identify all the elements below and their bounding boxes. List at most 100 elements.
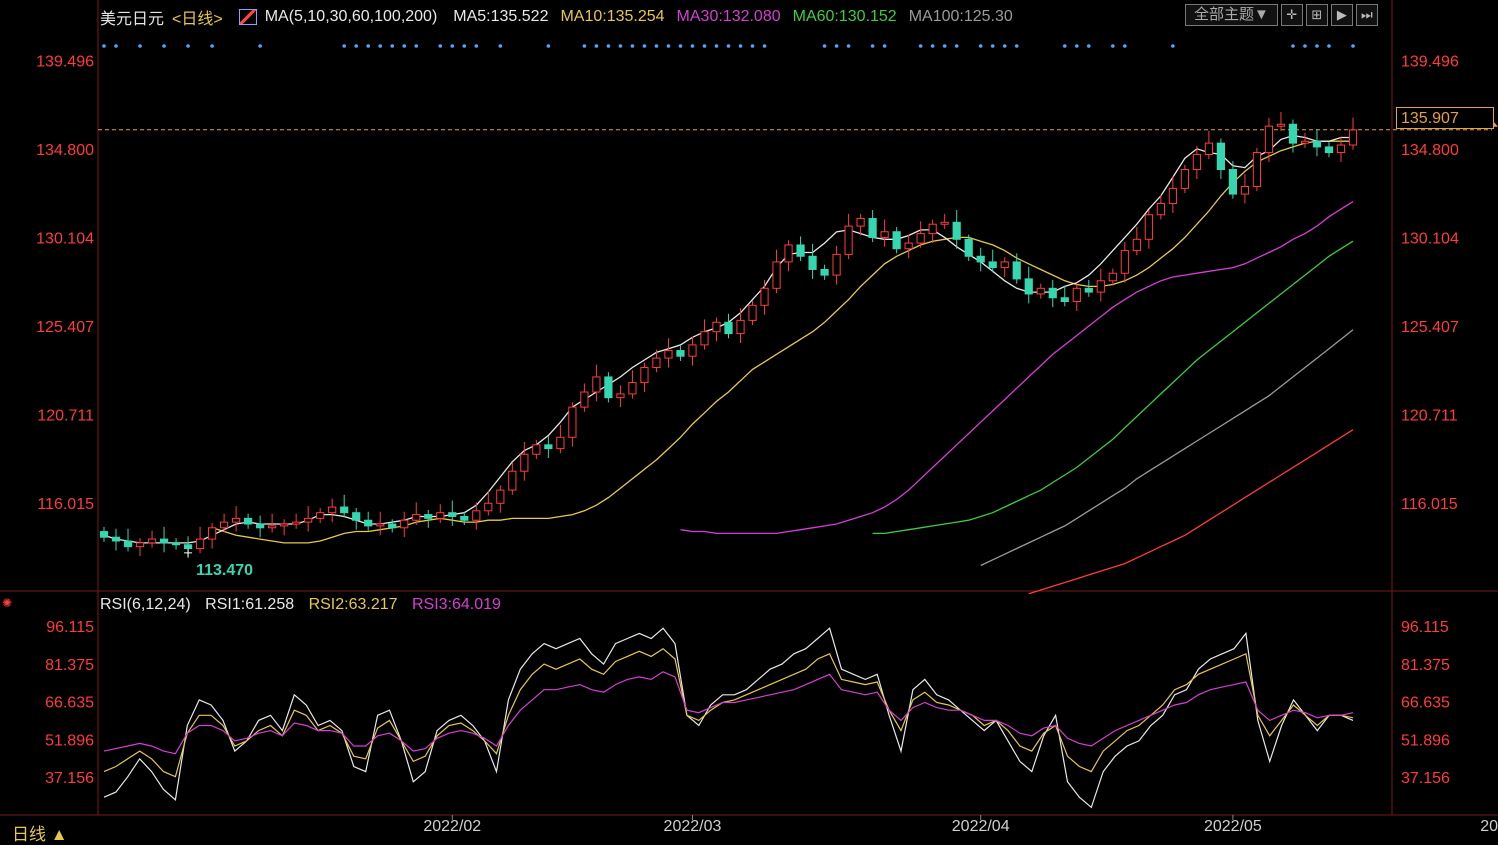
candle-body bbox=[1336, 144, 1346, 154]
signal-dot bbox=[186, 44, 190, 48]
candle-body bbox=[400, 519, 409, 529]
candle-body bbox=[976, 255, 985, 263]
candle-body bbox=[280, 523, 289, 527]
candle-body bbox=[808, 255, 817, 270]
ma-line-ma100 bbox=[980, 329, 1354, 567]
price-tick-label-left: 125.407 bbox=[36, 319, 94, 336]
settings-icon[interactable]: ✺ bbox=[2, 596, 12, 610]
candle-body bbox=[664, 350, 673, 359]
candle-body bbox=[1024, 278, 1033, 295]
signal-dot bbox=[114, 44, 118, 48]
signal-dot bbox=[462, 44, 467, 48]
price-tick-label-right: 120.711 bbox=[1401, 408, 1458, 425]
signal-dot bbox=[1062, 44, 1067, 48]
candle-body bbox=[448, 512, 457, 517]
price-tick-label-left: 139.496 bbox=[36, 53, 94, 70]
rsi2-value: RSI2:63.217 bbox=[308, 596, 398, 613]
candle-body bbox=[171, 542, 181, 546]
candle-body bbox=[592, 376, 601, 393]
candle-body bbox=[183, 544, 193, 550]
price-tick-label-left: 120.711 bbox=[37, 408, 94, 425]
candle-body bbox=[628, 382, 637, 395]
rsi-tick-label-right: 51.896 bbox=[1401, 732, 1450, 749]
signal-dot bbox=[1074, 44, 1079, 48]
signal-dot bbox=[1315, 44, 1319, 48]
candle-body bbox=[1168, 187, 1177, 204]
candle-body bbox=[219, 521, 229, 529]
date-tick-label: 2022/02 bbox=[423, 818, 481, 835]
candle-body bbox=[364, 519, 373, 527]
candle-body bbox=[376, 523, 385, 527]
candle-body bbox=[1012, 261, 1021, 280]
rsi-tick-label-left: 96.115 bbox=[46, 619, 94, 636]
price-tick-label-left: 134.800 bbox=[36, 142, 94, 159]
candle-body bbox=[868, 218, 877, 238]
rsi-tick-label-left: 37.156 bbox=[45, 770, 94, 787]
ma-line-ma200 bbox=[1028, 429, 1354, 595]
signal-dot bbox=[390, 44, 395, 48]
candle-body bbox=[1348, 129, 1358, 146]
signal-dot bbox=[882, 44, 887, 48]
candle-body bbox=[111, 536, 121, 542]
candle-body bbox=[712, 321, 721, 333]
candle-body bbox=[748, 304, 757, 321]
candle-body bbox=[1096, 280, 1105, 293]
candle-body bbox=[1300, 140, 1310, 144]
signal-dot bbox=[210, 44, 214, 48]
candle-body bbox=[135, 542, 145, 548]
candle-body bbox=[1228, 169, 1238, 195]
candle-body bbox=[844, 225, 853, 255]
signal-dot bbox=[666, 44, 671, 48]
candle-body bbox=[1192, 153, 1201, 171]
signal-dot bbox=[726, 44, 731, 48]
candle-body bbox=[640, 367, 649, 384]
price-tick-label-right: 125.407 bbox=[1401, 319, 1459, 336]
candle-body bbox=[1084, 287, 1093, 293]
candle-body bbox=[1120, 250, 1129, 274]
ma-line-ma30 bbox=[680, 201, 1354, 535]
signal-dot bbox=[1291, 44, 1295, 48]
candle-body bbox=[736, 319, 745, 335]
candle-body bbox=[244, 517, 253, 525]
period-selector[interactable]: 日线 ▲ bbox=[12, 820, 68, 845]
rsi-tick-label-right: 96.115 bbox=[1401, 619, 1449, 636]
extreme-price-label: 113.470 bbox=[196, 562, 253, 579]
signal-dot bbox=[450, 44, 455, 48]
date-tick-label: 2022/05 bbox=[1204, 818, 1262, 835]
rsi-tick-label-right: 66.635 bbox=[1401, 695, 1450, 712]
signal-dot bbox=[1351, 44, 1355, 48]
signal-dot bbox=[870, 44, 875, 48]
price-tick-label-left: 130.104 bbox=[36, 230, 94, 247]
signal-dot bbox=[714, 44, 719, 48]
signal-dot bbox=[942, 44, 947, 48]
signal-dot bbox=[594, 44, 599, 48]
candle-body bbox=[724, 321, 733, 335]
candle-body bbox=[772, 261, 781, 289]
candle-body bbox=[328, 506, 337, 514]
signal-dot bbox=[1111, 44, 1115, 48]
signal-dot bbox=[498, 44, 503, 48]
signal-dot bbox=[582, 44, 587, 48]
signal-dot bbox=[414, 44, 419, 48]
candle-body bbox=[832, 253, 841, 276]
candle-body bbox=[1000, 261, 1009, 269]
signal-dot bbox=[954, 44, 959, 48]
rsi-line-rsi2 bbox=[103, 647, 1354, 778]
kline-chart[interactable]: 139.496 139.496 134.800 134.800 130.104 130.1… bbox=[0, 0, 1498, 841]
candle-body bbox=[460, 515, 469, 521]
signal-dot bbox=[750, 44, 755, 48]
candle-body bbox=[820, 268, 829, 276]
candle-body bbox=[676, 350, 685, 357]
rsi-line-rsi3 bbox=[103, 671, 1354, 755]
candle-body bbox=[544, 444, 553, 450]
signal-dot bbox=[762, 44, 767, 48]
candle-body bbox=[412, 514, 421, 521]
candle-body bbox=[916, 233, 925, 244]
price-tick-label-right: 130.104 bbox=[1401, 230, 1459, 247]
candle-body bbox=[496, 489, 505, 504]
signal-dot bbox=[438, 44, 443, 48]
candle-body bbox=[1204, 142, 1213, 155]
signal-dot bbox=[1327, 44, 1331, 48]
signal-dot bbox=[846, 44, 851, 48]
candle-body bbox=[952, 221, 961, 240]
